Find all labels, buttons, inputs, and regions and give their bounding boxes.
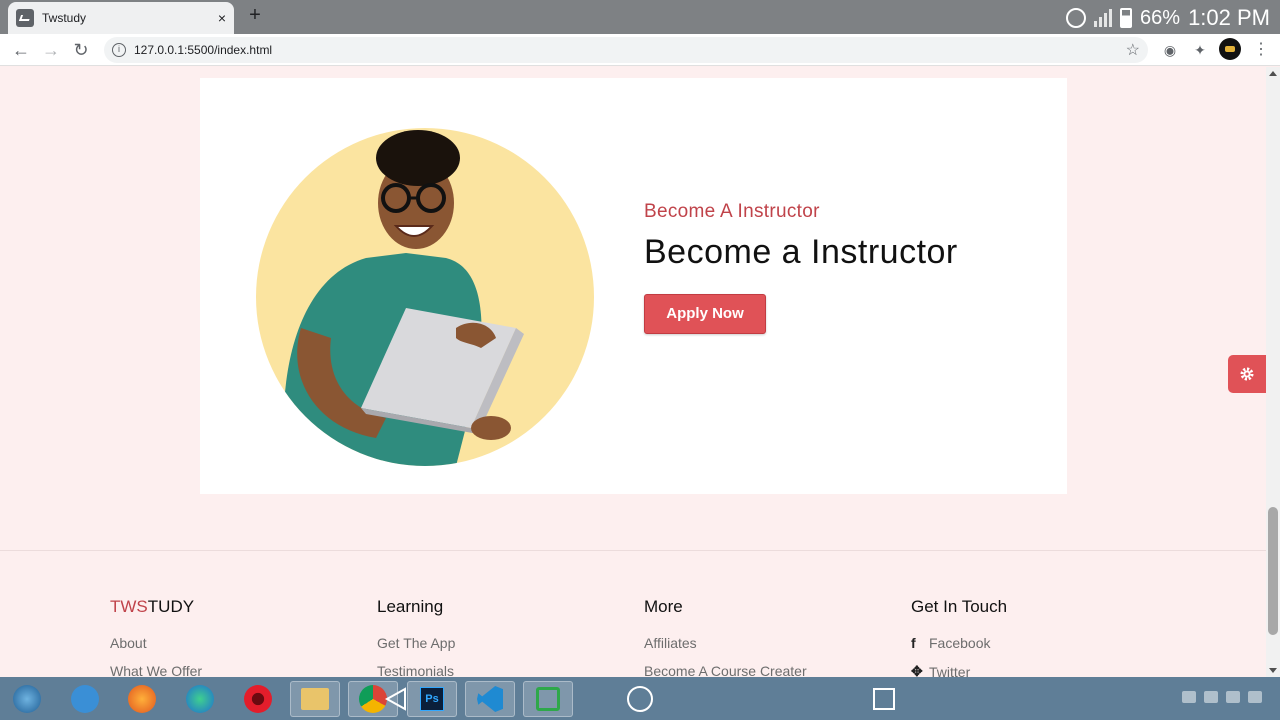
reload-icon[interactable]: ↻ — [69, 38, 93, 62]
taskbar: Ps — [0, 677, 1280, 720]
facebook-label: Facebook — [929, 635, 991, 651]
footer-more-column: More Affiliates Become A Course Creater — [644, 597, 807, 677]
settings-gear-button[interactable] — [1228, 355, 1266, 393]
footer-link-become-course-creater[interactable]: Become A Course Creater — [644, 663, 807, 677]
vscode-icon[interactable] — [465, 681, 515, 717]
footer-more-title: More — [644, 597, 683, 616]
footer-link-what-we-offer[interactable]: What We Offer — [110, 663, 202, 677]
new-tab-button[interactable]: + — [245, 4, 265, 27]
scroll-up-arrow-icon[interactable] — [1269, 71, 1277, 76]
more-menu-icon[interactable]: ⋮ — [1249, 38, 1273, 62]
edge-icon[interactable] — [175, 681, 225, 717]
browser-toolbar: ← → ↻ i 127.0.0.1:5500/index.html ☆ ◉ ✦ … — [0, 34, 1280, 66]
camera-icon[interactable]: ◉ — [1158, 38, 1182, 62]
extensions-puzzle-icon[interactable]: ✦ — [1188, 38, 1212, 62]
twitter-icon: ✥ — [911, 663, 923, 677]
image-favicon-icon — [16, 9, 34, 27]
tray-arrow-icon[interactable] — [1182, 691, 1196, 703]
footer-touch-title: Get In Touch — [911, 597, 1008, 616]
person-with-laptop-illustration — [283, 130, 524, 466]
footer-link-affiliates[interactable]: Affiliates — [644, 635, 807, 651]
site-info-icon[interactable]: i — [112, 43, 126, 57]
instructor-eyebrow: Become A Instructor — [644, 201, 820, 222]
apply-now-button[interactable]: Apply Now — [644, 294, 766, 334]
facebook-icon: f — [911, 635, 916, 651]
twitter-label: Twitter — [929, 663, 971, 678]
page-viewport: Become A Instructor Become a Instructor … — [0, 67, 1266, 677]
address-bar[interactable]: i 127.0.0.1:5500/index.html ☆ — [104, 37, 1148, 63]
status-time: 1:02 PM — [1188, 5, 1270, 30]
instructor-card: Become A Instructor Become a Instructor … — [200, 78, 1067, 494]
tray-power-icon[interactable] — [1226, 691, 1240, 703]
footer-link-twitter[interactable]: ✥ Twitter — [911, 663, 1007, 677]
tray-network-icon[interactable] — [1204, 691, 1218, 703]
back-arrow-icon[interactable]: ← — [9, 38, 33, 62]
battery-icon — [1120, 8, 1133, 28]
file-explorer-icon[interactable] — [290, 681, 340, 717]
tray-volume-icon[interactable] — [1248, 691, 1262, 703]
scroll-down-arrow-icon[interactable] — [1269, 668, 1277, 673]
footer-divider — [0, 550, 1266, 551]
browser-tab[interactable]: Twstudy × — [8, 2, 234, 34]
opera-icon[interactable] — [233, 681, 283, 717]
scrollbar-thumb[interactable] — [1268, 507, 1278, 635]
android-back-icon[interactable] — [376, 677, 416, 720]
instructor-hero-image — [256, 128, 594, 466]
footer-brand-column: TWSTUDY About What We Offer — [110, 597, 202, 677]
tab-title: Twstudy — [42, 11, 87, 25]
android-status-bar: 66% 1:02 PM — [1066, 3, 1270, 33]
firefox-icon[interactable] — [117, 681, 167, 717]
profile-avatar[interactable] — [1219, 38, 1241, 60]
tab-close-icon[interactable]: × — [218, 10, 226, 26]
start-orb-icon[interactable] — [2, 681, 52, 717]
battery-percentage: 66% — [1140, 6, 1181, 29]
footer-learning-column: Learning Get The App Testimonials — [377, 597, 455, 677]
bookmark-star-icon[interactable]: ☆ — [1126, 40, 1140, 60]
instructor-heading: Become a Instructor — [644, 233, 958, 271]
camtasia-icon[interactable] — [523, 681, 573, 717]
signal-icon — [1094, 9, 1113, 27]
alarm-icon — [1066, 8, 1087, 28]
footer-link-get-the-app[interactable]: Get The App — [377, 635, 455, 651]
footer-brand[interactable]: TWSTUDY — [110, 597, 202, 617]
internet-explorer-icon[interactable] — [60, 681, 110, 717]
gear-icon — [1240, 367, 1254, 381]
brand-suffix: TUDY — [147, 597, 195, 616]
footer-touch-column: Get In Touch f Facebook ✥ Twitter — [911, 597, 1007, 677]
android-home-icon[interactable] — [620, 677, 660, 720]
forward-arrow-icon[interactable]: → — [39, 38, 63, 62]
footer-link-facebook[interactable]: f Facebook — [911, 635, 1007, 651]
footer-link-about[interactable]: About — [110, 635, 202, 651]
footer-learning-title: Learning — [377, 597, 444, 616]
brand-prefix: TWS — [110, 597, 148, 616]
footer-link-testimonials[interactable]: Testimonials — [377, 663, 455, 677]
android-recents-icon[interactable] — [864, 677, 904, 720]
browser-tab-bar: Twstudy × + 66% 1:02 PM — [0, 0, 1280, 34]
system-tray — [1182, 691, 1262, 703]
page-scrollbar[interactable] — [1266, 67, 1280, 677]
url-text[interactable]: 127.0.0.1:5500/index.html — [134, 43, 1126, 57]
